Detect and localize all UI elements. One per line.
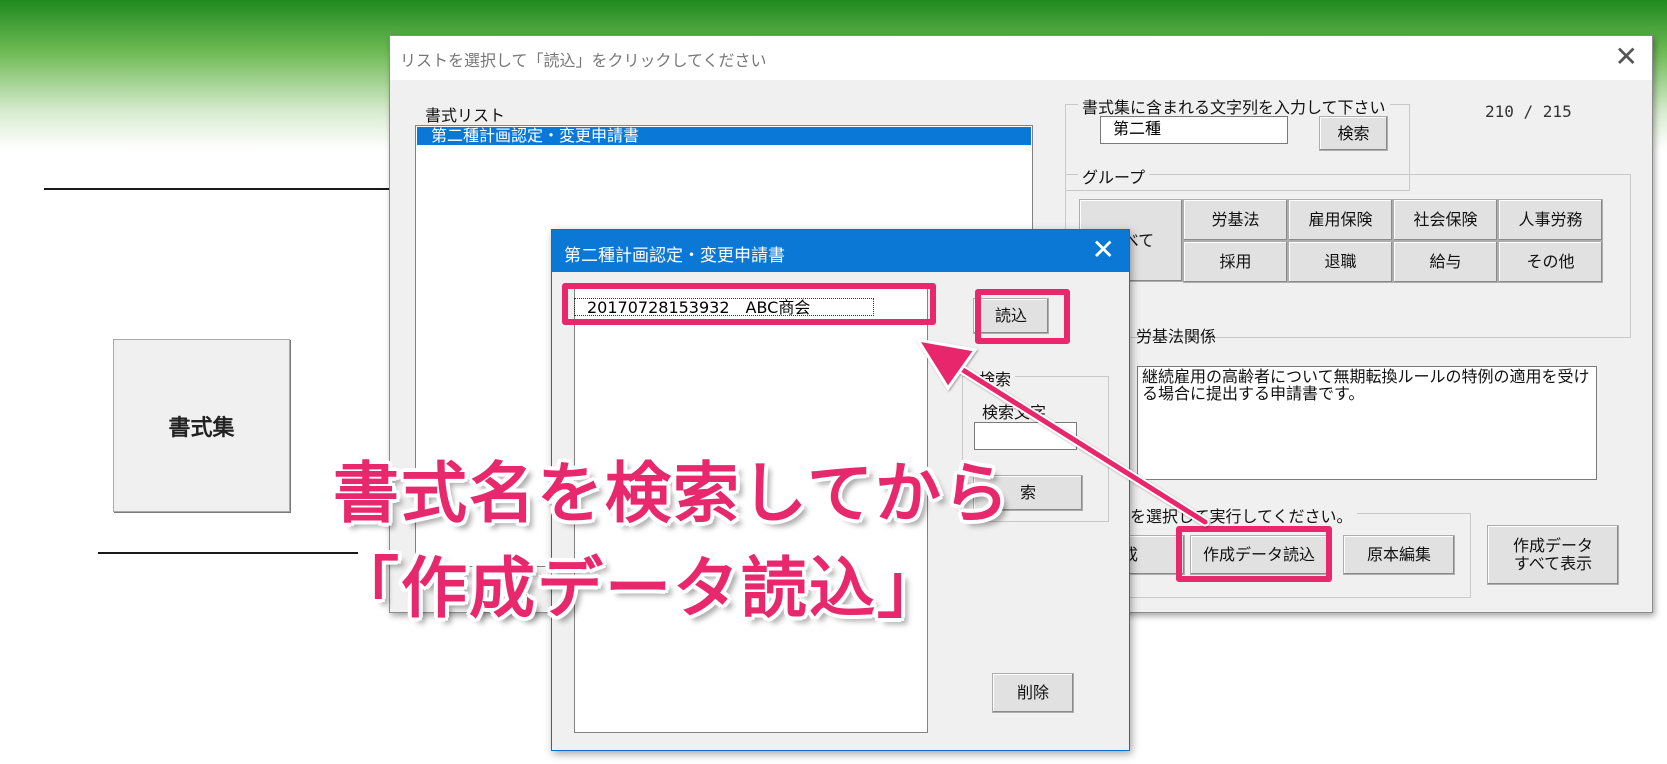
annotation-line-1: 書式名を検索してから	[333, 455, 1012, 532]
annotation-arrow	[914, 337, 1210, 527]
annotation-line-2: 「作成データ読込」	[333, 550, 945, 627]
